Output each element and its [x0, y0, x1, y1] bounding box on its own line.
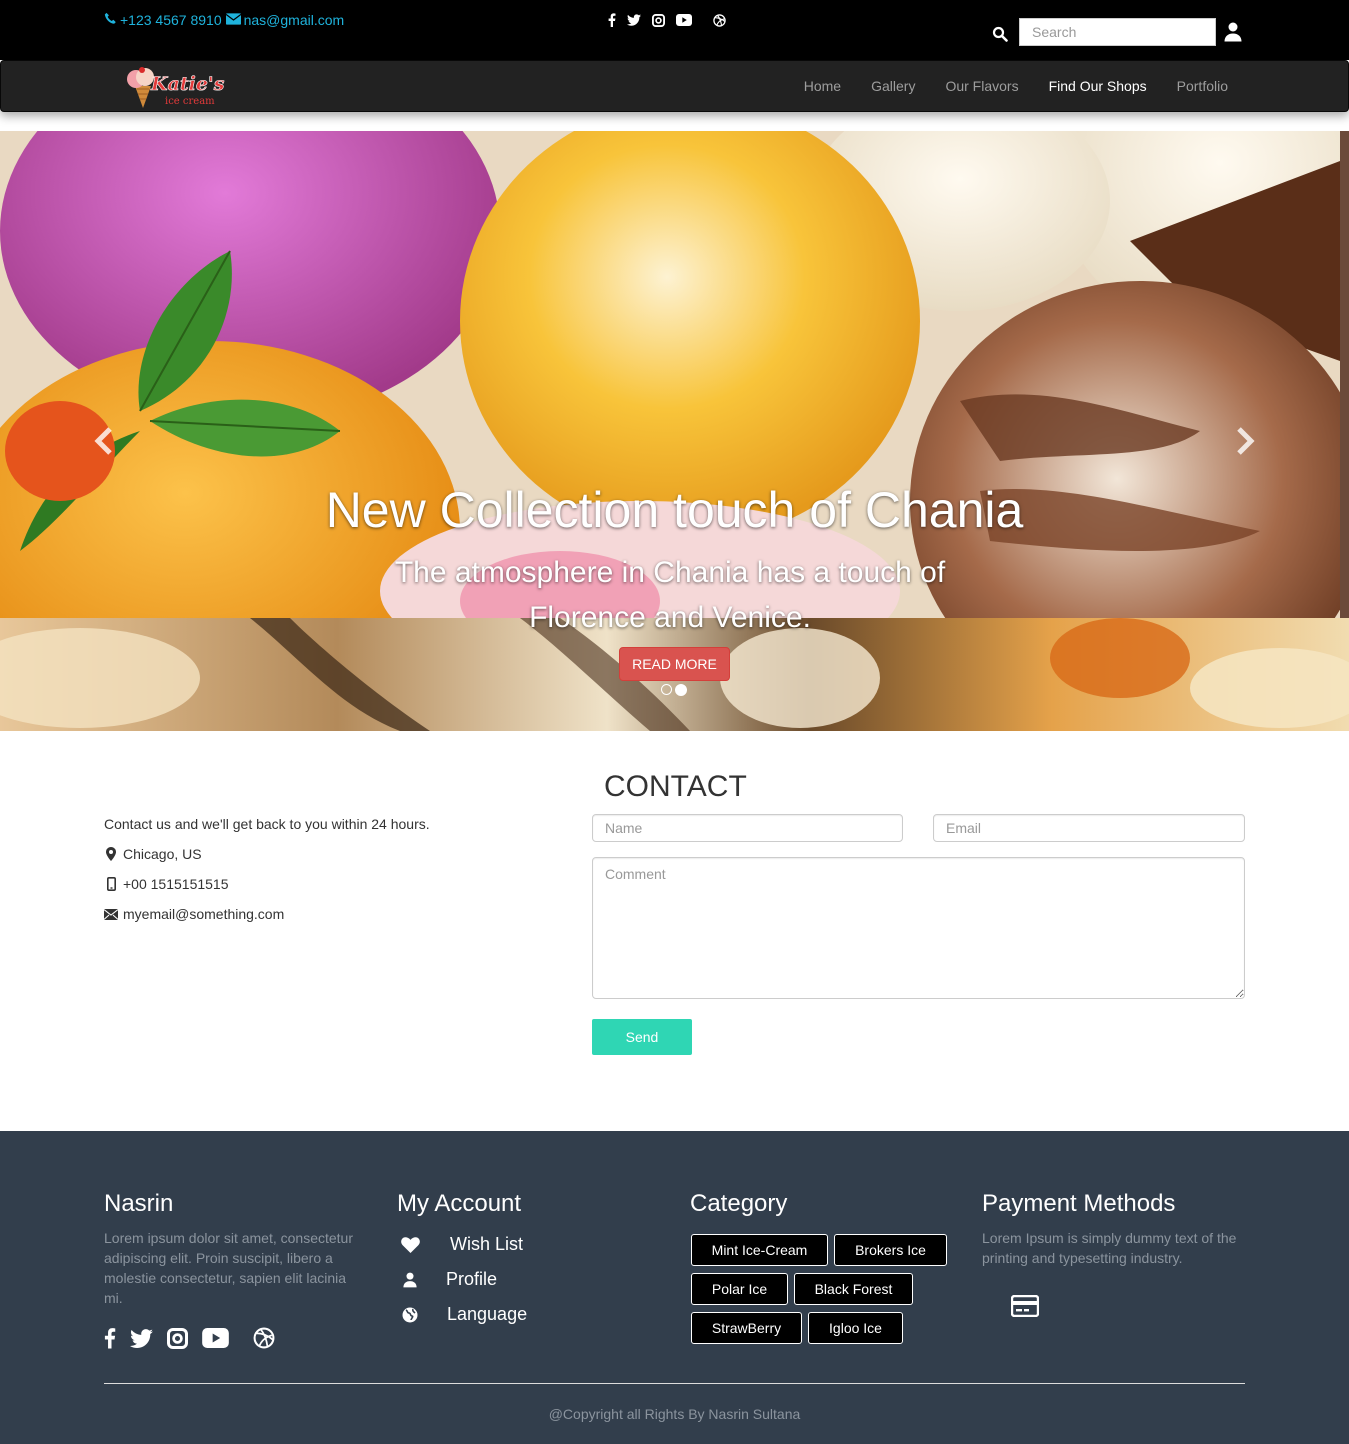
mobile-phone-icon [104, 877, 118, 891]
account-profile[interactable]: Profile [400, 1269, 497, 1290]
footer-account-title: My Account [397, 1190, 522, 1217]
footer-payment-title: Payment Methods [982, 1190, 1176, 1217]
carousel-indicators [661, 684, 690, 696]
read-more-button[interactable]: READ MORE [619, 647, 730, 681]
dribbble-icon[interactable] [253, 1327, 275, 1349]
hero-subtitle: The atmosphere in Chania has a touch of … [394, 556, 946, 634]
logo-text: Katie's [150, 73, 225, 95]
category-tag[interactable]: Polar Ice [691, 1273, 788, 1305]
hero-carousel: New Collection touch of Chania The atmos… [0, 131, 1349, 731]
user-icon [400, 1271, 420, 1289]
nav-home[interactable]: Home [789, 78, 856, 94]
contact-location-text: Chicago, US [123, 846, 202, 862]
map-marker-icon [104, 847, 118, 861]
envelope-icon [225, 12, 241, 28]
footer-divider [104, 1383, 1245, 1384]
top-contact-info: +123 4567 8910 nas@gmail.com [104, 12, 344, 28]
category-tag[interactable]: StrawBerry [691, 1312, 802, 1344]
youtube-icon[interactable] [202, 1328, 229, 1348]
contact-phone: +00 1515151515 [104, 876, 229, 892]
send-button[interactable]: Send [592, 1019, 692, 1055]
katies-logo[interactable]: Katie's ice cream [121, 64, 231, 110]
account-profile-label: Profile [446, 1269, 498, 1289]
facebook-icon[interactable] [608, 12, 616, 28]
nav-find-our-shops[interactable]: Find Our Shops [1034, 78, 1162, 94]
account-wish-list[interactable]: Wish List [400, 1234, 523, 1255]
carousel-prev-arrow-icon[interactable] [92, 426, 116, 456]
category-tag[interactable]: Black Forest [794, 1273, 913, 1305]
carousel-indicator[interactable] [661, 684, 672, 695]
contact-phone-text: +00 1515151515 [123, 876, 229, 892]
footer-about-title: Nasrin [104, 1190, 174, 1217]
user-icon[interactable] [1224, 22, 1242, 42]
main-navbar: Katie's ice cream Home Gallery Our Flavo… [0, 60, 1349, 112]
top-phone[interactable]: +123 4567 8910 [120, 12, 222, 28]
logo-subtext: ice cream [165, 96, 215, 107]
category-tag[interactable]: Mint Ice-Cream [691, 1234, 828, 1266]
contact-intro: Contact us and we'll get back to you wit… [104, 816, 430, 832]
top-email[interactable]: nas@gmail.com [244, 12, 345, 28]
phone-icon [104, 12, 117, 28]
contact-email: myemail@something.com [104, 906, 284, 922]
email-field[interactable] [933, 814, 1245, 842]
carousel-next-arrow-icon[interactable] [1233, 426, 1257, 456]
envelope-icon [104, 907, 118, 921]
name-field[interactable] [592, 814, 903, 842]
category-tag[interactable]: Brokers Ice [834, 1234, 947, 1266]
account-language-label: Language [447, 1304, 528, 1324]
footer-about-text: Lorem ipsum dolor sit amet, consectetur … [104, 1230, 353, 1306]
carousel-indicator-active[interactable] [675, 684, 687, 696]
category-tag[interactable]: Igloo Ice [808, 1312, 903, 1344]
copyright-text: @Copyright all Rights By Nasrin Sultana [548, 1406, 801, 1422]
top-social-links [608, 12, 737, 28]
contact-title: CONTACT [604, 770, 747, 803]
youtube-icon[interactable] [676, 12, 692, 28]
account-language[interactable]: Language [400, 1304, 527, 1325]
contact-email-text[interactable]: myemail@something.com [123, 906, 284, 922]
nav-links: Home Gallery Our Flavors Find Our Shops … [789, 61, 1243, 111]
footer: Nasrin Lorem ipsum dolor sit amet, conse… [0, 1131, 1349, 1444]
facebook-icon[interactable] [104, 1327, 116, 1349]
nav-our-flavors[interactable]: Our Flavors [930, 78, 1033, 94]
comment-field[interactable] [592, 857, 1245, 999]
search-input[interactable] [1019, 18, 1216, 46]
twitter-icon[interactable] [627, 12, 641, 28]
instagram-icon[interactable] [167, 1327, 188, 1349]
contact-location: Chicago, US [104, 846, 202, 862]
footer-social-links [104, 1327, 289, 1349]
globe-icon [400, 1306, 420, 1324]
hero-title: New Collection touch of Chania [325, 482, 1024, 538]
dribbble-icon[interactable] [713, 12, 726, 28]
credit-card-icon [1011, 1295, 1039, 1317]
footer-payment-text: Lorem Ipsum is simply dummy text of the … [982, 1230, 1237, 1266]
account-wish-list-label: Wish List [450, 1234, 524, 1254]
footer-category-title: Category [690, 1190, 788, 1217]
top-bar: +123 4567 8910 nas@gmail.com [0, 0, 1349, 60]
nav-gallery[interactable]: Gallery [856, 78, 930, 94]
instagram-icon[interactable] [652, 12, 665, 28]
twitter-icon[interactable] [130, 1328, 153, 1348]
hero-image-ice-cream [0, 131, 1340, 618]
heart-icon [400, 1236, 420, 1254]
hero-edge-strip [1340, 131, 1349, 618]
nav-portfolio[interactable]: Portfolio [1162, 78, 1243, 94]
search-icon[interactable] [992, 26, 1008, 42]
